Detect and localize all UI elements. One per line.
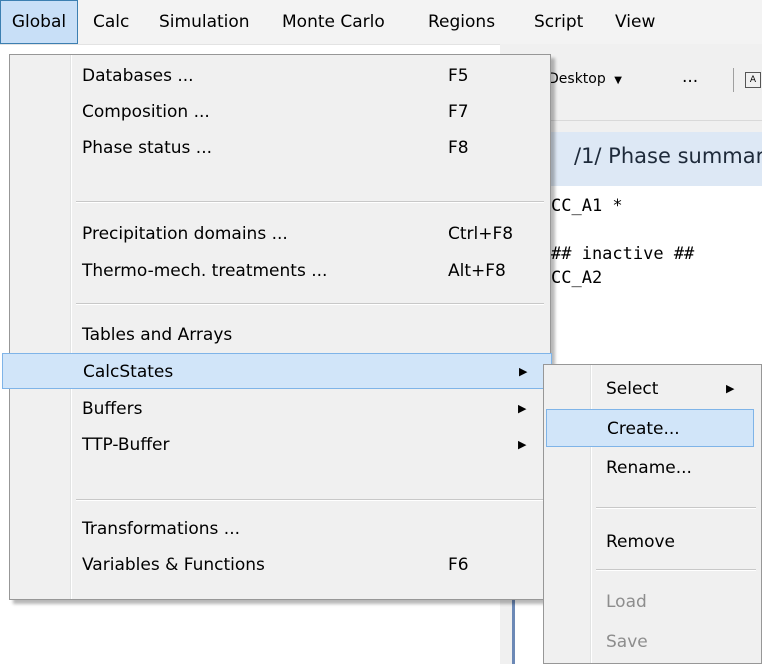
menu-item-ttp-buffer[interactable]: TTP-Buffer ▶ (10, 427, 550, 463)
submenu-item-create[interactable]: Create... (546, 409, 754, 447)
menu-item-thermo-mech-treatments[interactable]: Thermo-mech. treatments ... Alt+F8 (10, 253, 550, 289)
toolbar-font-icon[interactable]: A (745, 72, 761, 88)
menu-regions[interactable]: Regions (428, 0, 495, 44)
submenu-item-load: Load (606, 592, 647, 612)
submenu-arrow-icon: ▶ (518, 402, 527, 415)
menu-item-databases[interactable]: Databases ... F5 (10, 58, 550, 94)
submenu-item-remove[interactable]: Remove (544, 523, 761, 561)
calcstates-submenu: Select ▶ Create... Rename... Remove Load… (543, 364, 762, 664)
menu-item-transformations[interactable]: Transformations ... (10, 511, 550, 547)
menu-item-precipitation-domains[interactable]: Precipitation domains ... Ctrl+F8 (10, 216, 550, 252)
menu-global[interactable]: Global (0, 0, 78, 44)
menu-monte-carlo[interactable]: Monte Carlo (282, 0, 385, 44)
toolbar-separator (733, 68, 734, 92)
menu-bar: Global Calc Simulation Monte Carlo Regio… (0, 0, 762, 45)
menu-item-composition[interactable]: Composition ... F7 (10, 94, 550, 130)
chevron-down-icon: ▼ (614, 75, 622, 86)
submenu-arrow-icon: ▶ (519, 365, 528, 378)
submenu-item-save: Save (606, 632, 648, 652)
menu-separator (76, 499, 544, 501)
menu-separator (596, 569, 756, 571)
global-dropdown-menu: Databases ... F5 Composition ... F7 Phase … (2, 54, 552, 600)
submenu-item-rename[interactable]: Rename... (544, 449, 761, 487)
menu-script[interactable]: Script (534, 0, 583, 44)
toolbar-more-button[interactable]: ... (682, 67, 698, 87)
document-line: CC_A1 * (551, 196, 623, 216)
menu-item-phase-status[interactable]: Phase status ... F8 (10, 130, 550, 166)
menu-separator (76, 201, 544, 203)
menu-simulation[interactable]: Simulation (159, 0, 250, 44)
menu-separator (76, 303, 544, 305)
menu-item-buffers[interactable]: Buffers ▶ (10, 391, 550, 427)
document-line: CC_A2 (551, 268, 603, 288)
menu-item-variables-functions[interactable]: Variables & Functions F6 (10, 547, 550, 583)
menu-view[interactable]: View (615, 0, 655, 44)
document-line: ## inactive ## (551, 244, 695, 264)
menu-calc[interactable]: Calc (93, 0, 129, 44)
submenu-item-select[interactable]: Select ▶ (544, 370, 761, 408)
submenu-arrow-icon: ▶ (518, 438, 527, 451)
menu-separator (596, 507, 756, 509)
submenu-arrow-icon: ▶ (726, 382, 735, 395)
menu-item-tables-and-arrays[interactable]: Tables and Arrays (10, 317, 550, 353)
workspace-combo[interactable]: Desktop ▼ (548, 71, 622, 87)
document-title: /1/ Phase summary (574, 144, 762, 168)
menu-item-calcstates[interactable]: CalcStates ▶ (2, 353, 552, 389)
